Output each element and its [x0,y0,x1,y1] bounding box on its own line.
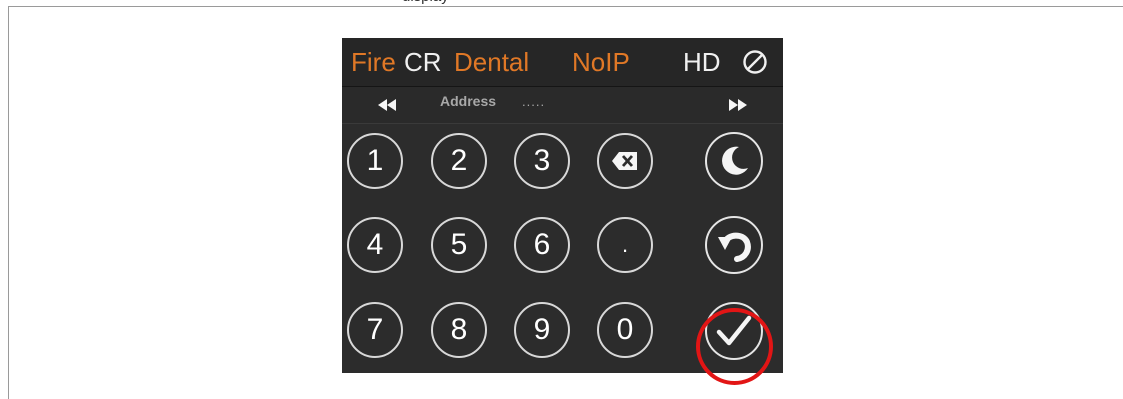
sleep-button[interactable] [705,132,763,190]
title-bar: Fire CR Dental NoIP HD [342,38,783,87]
key-2[interactable]: 2 [431,133,487,189]
backspace-button[interactable] [597,133,653,189]
key-8[interactable]: 8 [431,302,487,358]
resolution-label: HD [683,47,721,77]
key-1[interactable]: 1 [347,133,403,189]
key-3[interactable]: 3 [514,133,570,189]
undo-button[interactable] [705,216,763,274]
confirm-highlight-ring [696,308,773,385]
backspace-icon [612,152,637,170]
brand-fire: Fire [351,47,396,77]
address-label: Address [440,93,497,109]
key-4[interactable]: 4 [347,217,403,273]
cancel-icon[interactable] [742,49,768,75]
frame-left-border [8,6,9,399]
frame-top-border [8,6,1123,7]
undo-icon [718,232,751,262]
product-label: Dental [454,47,530,77]
address-bar: Address ..... [342,87,783,124]
caption-fragment: display [402,0,449,4]
rewind-icon[interactable] [372,96,402,114]
address-value: ..... [522,94,546,109]
key-0[interactable]: 0 [597,302,653,358]
network-mode-label: NoIP [572,47,630,77]
key-5[interactable]: 5 [431,217,487,273]
brand-cr: CR [404,47,442,77]
key-dot[interactable]: . [597,217,653,273]
key-7[interactable]: 7 [347,302,403,358]
key-6[interactable]: 6 [514,217,570,273]
key-9[interactable]: 9 [514,302,570,358]
moon-icon [722,146,748,175]
fast-forward-icon[interactable] [723,96,753,114]
